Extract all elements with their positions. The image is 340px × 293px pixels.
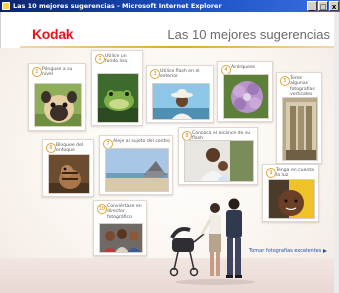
tip-card-6[interactable]: 6 Bloquee del enfoque bbox=[42, 139, 94, 197]
building-interior-photo bbox=[282, 97, 318, 161]
tip-number-10: 10 bbox=[97, 204, 107, 214]
tip-card-7[interactable]: 7 Aleje al sujeto del centro bbox=[99, 135, 173, 195]
tip-caption-6: Bloquee del enfoque bbox=[56, 143, 84, 154]
window-title: Las 10 mejores sugerencias - Microsoft I… bbox=[13, 2, 222, 10]
tip-card-10[interactable]: 10 Conviértase en director fotográfico bbox=[93, 200, 147, 256]
tip-card-8[interactable]: 8 Conozca el alcance de su flash bbox=[178, 127, 258, 185]
mother-and-child-photo bbox=[184, 140, 254, 182]
tip-number-2: 2 bbox=[95, 54, 105, 64]
header-divider bbox=[20, 46, 334, 48]
tip-caption-10: Conviértase en director fotográfico bbox=[107, 204, 142, 220]
great-photos-link-label: Tomar fotografías excelentes bbox=[249, 248, 322, 254]
purple-flower-photo bbox=[223, 74, 269, 119]
close-button[interactable]: x bbox=[329, 1, 339, 11]
arrow-right-icon bbox=[323, 248, 328, 253]
frog-photo bbox=[97, 73, 139, 123]
tip-card-3[interactable]: 3 Utilice flash en el exterior bbox=[146, 65, 214, 123]
tip-card-1[interactable]: 1 Pónguse a su nivel bbox=[28, 63, 86, 131]
tip-caption-4: Acérquese bbox=[231, 65, 256, 70]
maximize-button[interactable]: □ bbox=[318, 1, 328, 11]
browser-icon bbox=[2, 2, 10, 10]
tip-card-2[interactable]: 2 Utilice un fondo liso bbox=[91, 50, 143, 126]
great-photos-link[interactable]: Tomar fotografías excelentes bbox=[249, 248, 328, 254]
tip-card-5[interactable]: 5 Tome algunas fotografías verticales bbox=[276, 72, 322, 164]
minimize-button[interactable]: _ bbox=[307, 1, 317, 11]
tip-card-9[interactable]: 9 Tenga en cuenta la luz bbox=[262, 164, 319, 222]
window-titlebar: Las 10 mejores sugerencias - Microsoft I… bbox=[0, 0, 340, 12]
vertical-scrollbar[interactable] bbox=[334, 12, 339, 293]
kodak-logo[interactable]: Kodak bbox=[32, 26, 74, 42]
woman-in-hat-photo bbox=[152, 83, 210, 120]
tip-number-6: 6 bbox=[46, 143, 56, 153]
chipmunk-photo bbox=[48, 154, 90, 194]
tip-number-3: 3 bbox=[150, 69, 160, 79]
pug-dog-photo bbox=[34, 83, 82, 127]
tip-number-5: 5 bbox=[280, 76, 290, 86]
tip-number-1: 1 bbox=[32, 67, 42, 77]
tip-caption-5: Tome algunas fotografías verticales bbox=[290, 76, 315, 98]
tip-card-4[interactable]: 4 Acérquese bbox=[217, 61, 273, 122]
page-title: Las 10 mejores sugerencias bbox=[167, 27, 330, 42]
tip-caption-2: Utilice un fondo liso bbox=[105, 54, 128, 65]
group-portrait-photo bbox=[99, 223, 143, 253]
child-portrait-photo bbox=[268, 179, 315, 219]
tip-caption-9: Tenga en cuenta la luz bbox=[276, 168, 314, 179]
tip-caption-3: Utilice flash en el exterior bbox=[160, 69, 200, 80]
couple-with-stroller-illustration bbox=[169, 198, 255, 285]
beach-house-photo bbox=[105, 148, 169, 192]
window-controls: _ □ x bbox=[307, 1, 339, 11]
tip-caption-1: Pónguse a su nivel bbox=[42, 67, 73, 78]
tip-number-9: 9 bbox=[266, 168, 276, 178]
tip-caption-7: Aleje al sujeto del centro bbox=[113, 139, 170, 144]
